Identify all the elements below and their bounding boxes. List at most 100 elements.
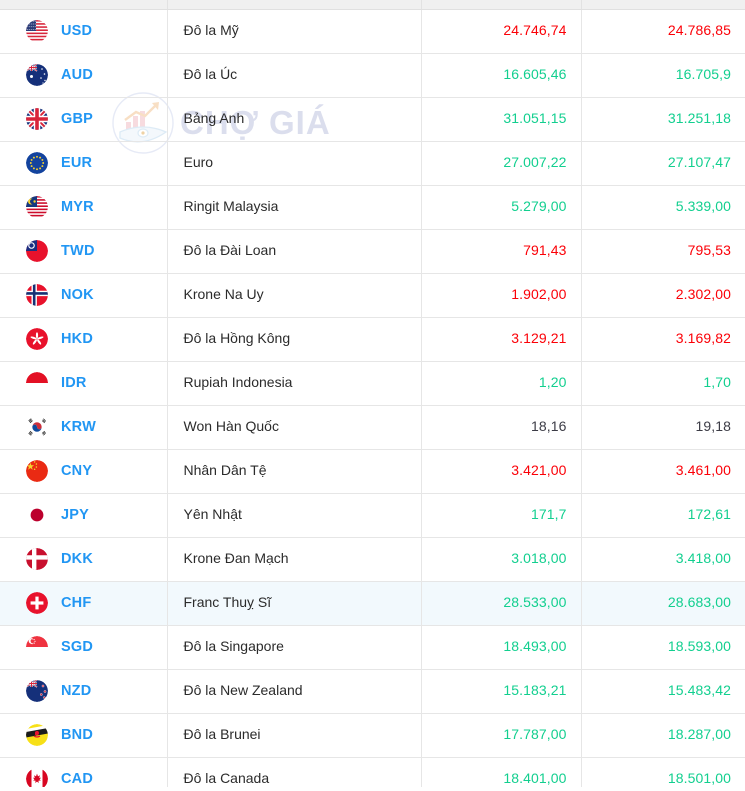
- flag-eu-icon: [26, 152, 48, 174]
- sell-rate-cell: 5.339,00: [581, 185, 745, 229]
- flag-au-icon: [26, 64, 48, 86]
- buy-rate-value: 18.493,00: [503, 638, 566, 654]
- table-row[interactable]: EUREuro27.007,2227.107,47: [0, 141, 745, 185]
- sell-rate-cell: 24.786,85: [581, 9, 745, 53]
- buy-rate-cell: 17.787,00: [421, 713, 581, 757]
- sell-rate-cell: 28.683,00: [581, 581, 745, 625]
- flag-ch-icon: [26, 592, 48, 614]
- currency-code-cell: NZD: [0, 669, 167, 713]
- buy-rate-cell: 16.605,46: [421, 53, 581, 97]
- sell-rate-cell: 1,70: [581, 361, 745, 405]
- currency-name-cell: Đô la New Zealand: [167, 669, 421, 713]
- currency-code-label: NZD: [61, 683, 91, 699]
- table-row[interactable]: USDĐô la Mỹ24.746,7424.786,85: [0, 9, 745, 53]
- buy-rate-value: 15.183,21: [503, 682, 566, 698]
- buy-rate-value: 791,43: [523, 242, 566, 258]
- currency-code-cell: KRW: [0, 405, 167, 449]
- sell-rate-cell: 18.593,00: [581, 625, 745, 669]
- currency-name-label: Rupiah Indonesia: [184, 374, 293, 390]
- sell-rate-cell: 18.287,00: [581, 713, 745, 757]
- table-row[interactable]: NZD Đô la New Zealand 15.183,21 15.483,42: [0, 669, 745, 713]
- buy-rate-value: 24.746,74: [503, 22, 566, 38]
- sell-rate-cell: 3.418,00: [581, 537, 745, 581]
- table-row[interactable]: JPYYên Nhật171,7172,61: [0, 493, 745, 537]
- sell-rate-value: 15.483,42: [668, 682, 731, 698]
- sell-rate-value: 28.683,00: [668, 594, 731, 610]
- currency-code-cell: EUR: [0, 141, 167, 185]
- column-header-code: [0, 0, 167, 9]
- buy-rate-value: 3.421,00: [511, 462, 566, 478]
- table-row[interactable]: GBPBảng Anh31.051,1531.251,18: [0, 97, 745, 141]
- currency-code-label: NOK: [61, 287, 94, 303]
- column-header-buy: [421, 0, 581, 9]
- currency-code-cell: CHF: [0, 581, 167, 625]
- table-row[interactable]: HKDĐô la Hồng Kông3.129,213.169,82: [0, 317, 745, 361]
- currency-code-cell: CAD: [0, 757, 167, 791]
- currency-code-cell: TWD: [0, 229, 167, 273]
- sell-rate-value: 18.287,00: [668, 726, 731, 742]
- table-row[interactable]: CHF Franc Thuỵ Sĩ 28.533,00 28.683,00: [0, 581, 745, 625]
- buy-rate-cell: 15.183,21: [421, 669, 581, 713]
- column-header-name: [167, 0, 421, 9]
- sell-rate-value: 3.418,00: [676, 550, 731, 566]
- flag-kr-icon: [26, 416, 48, 438]
- currency-code-label: BND: [61, 727, 93, 743]
- currency-name-label: Đô la Brunei: [184, 726, 261, 742]
- sell-rate-cell: 172,61: [581, 493, 745, 537]
- buy-rate-cell: 3.421,00: [421, 449, 581, 493]
- currency-code-label: KRW: [61, 419, 96, 435]
- table-row[interactable]: CNYNhân Dân Tệ3.421,003.461,00: [0, 449, 745, 493]
- table-row[interactable]: SGDĐô la Singapore18.493,0018.593,00: [0, 625, 745, 669]
- flag-jp-icon: [26, 504, 48, 526]
- sell-rate-value: 172,61: [688, 506, 731, 522]
- buy-rate-cell: 1,20: [421, 361, 581, 405]
- buy-rate-cell: 18.493,00: [421, 625, 581, 669]
- buy-rate-value: 18.401,00: [503, 770, 566, 786]
- flag-id-icon: [26, 372, 48, 394]
- sell-rate-value: 19,18: [695, 418, 731, 434]
- sell-rate-value: 27.107,47: [668, 154, 731, 170]
- buy-rate-value: 17.787,00: [503, 726, 566, 742]
- buy-rate-cell: 1.902,00: [421, 273, 581, 317]
- buy-rate-value: 3.018,00: [511, 550, 566, 566]
- sell-rate-cell: 3.461,00: [581, 449, 745, 493]
- currency-name-cell: Đô la Brunei: [167, 713, 421, 757]
- sell-rate-cell: 15.483,42: [581, 669, 745, 713]
- table-header-row: [0, 0, 745, 9]
- currency-name-cell: Krone Đan Mạch: [167, 537, 421, 581]
- currency-name-cell: Franc Thuỵ Sĩ: [167, 581, 421, 625]
- table-row[interactable]: KRW Won Hàn Quốc 18,16 19,18: [0, 405, 745, 449]
- table-row[interactable]: MYRRingit Malaysia5.279,005.339,00: [0, 185, 745, 229]
- sell-rate-cell: 16.705,9: [581, 53, 745, 97]
- buy-rate-cell: 28.533,00: [421, 581, 581, 625]
- table-row[interactable]: IDR Rupiah Indonesia 1,20 1,70: [0, 361, 745, 405]
- currency-name-label: Yên Nhật: [184, 506, 242, 522]
- sell-rate-cell: 19,18: [581, 405, 745, 449]
- currency-code-label: GBP: [61, 111, 93, 127]
- currency-name-cell: Won Hàn Quốc: [167, 405, 421, 449]
- currency-name-label: Đô la Canada: [184, 770, 270, 786]
- currency-name-label: Franc Thuỵ Sĩ: [184, 594, 272, 610]
- currency-code-label: TWD: [61, 243, 95, 259]
- table-row[interactable]: BND Đô la Brunei 17.787,00 18.287,00: [0, 713, 745, 757]
- sell-rate-cell: 31.251,18: [581, 97, 745, 141]
- currency-code-label: EUR: [61, 155, 92, 171]
- currency-name-cell: Krone Na Uy: [167, 273, 421, 317]
- currency-code-label: AUD: [61, 67, 93, 83]
- buy-rate-value: 16.605,46: [503, 66, 566, 82]
- buy-rate-cell: 3.129,21: [421, 317, 581, 361]
- sell-rate-value: 18.593,00: [668, 638, 731, 654]
- currency-code-label: IDR: [61, 375, 87, 391]
- table-row[interactable]: TWDĐô la Đài Loan791,43795,53: [0, 229, 745, 273]
- currency-code-label: CHF: [61, 595, 91, 611]
- buy-rate-value: 1,20: [539, 374, 567, 390]
- table-row[interactable]: DKKKrone Đan Mạch3.018,003.418,00: [0, 537, 745, 581]
- table-row[interactable]: NOKKrone Na Uy1.902,002.302,00: [0, 273, 745, 317]
- table-row[interactable]: AUDĐô la Úc16.605,4616.705,9: [0, 53, 745, 97]
- sell-rate-value: 31.251,18: [668, 110, 731, 126]
- currency-name-cell: Euro: [167, 141, 421, 185]
- currency-name-cell: Đô la Canada: [167, 757, 421, 791]
- table-row[interactable]: CADĐô la Canada18.401,0018.501,00: [0, 757, 745, 791]
- buy-rate-value: 18,16: [531, 418, 567, 434]
- currency-code-label: MYR: [61, 199, 94, 215]
